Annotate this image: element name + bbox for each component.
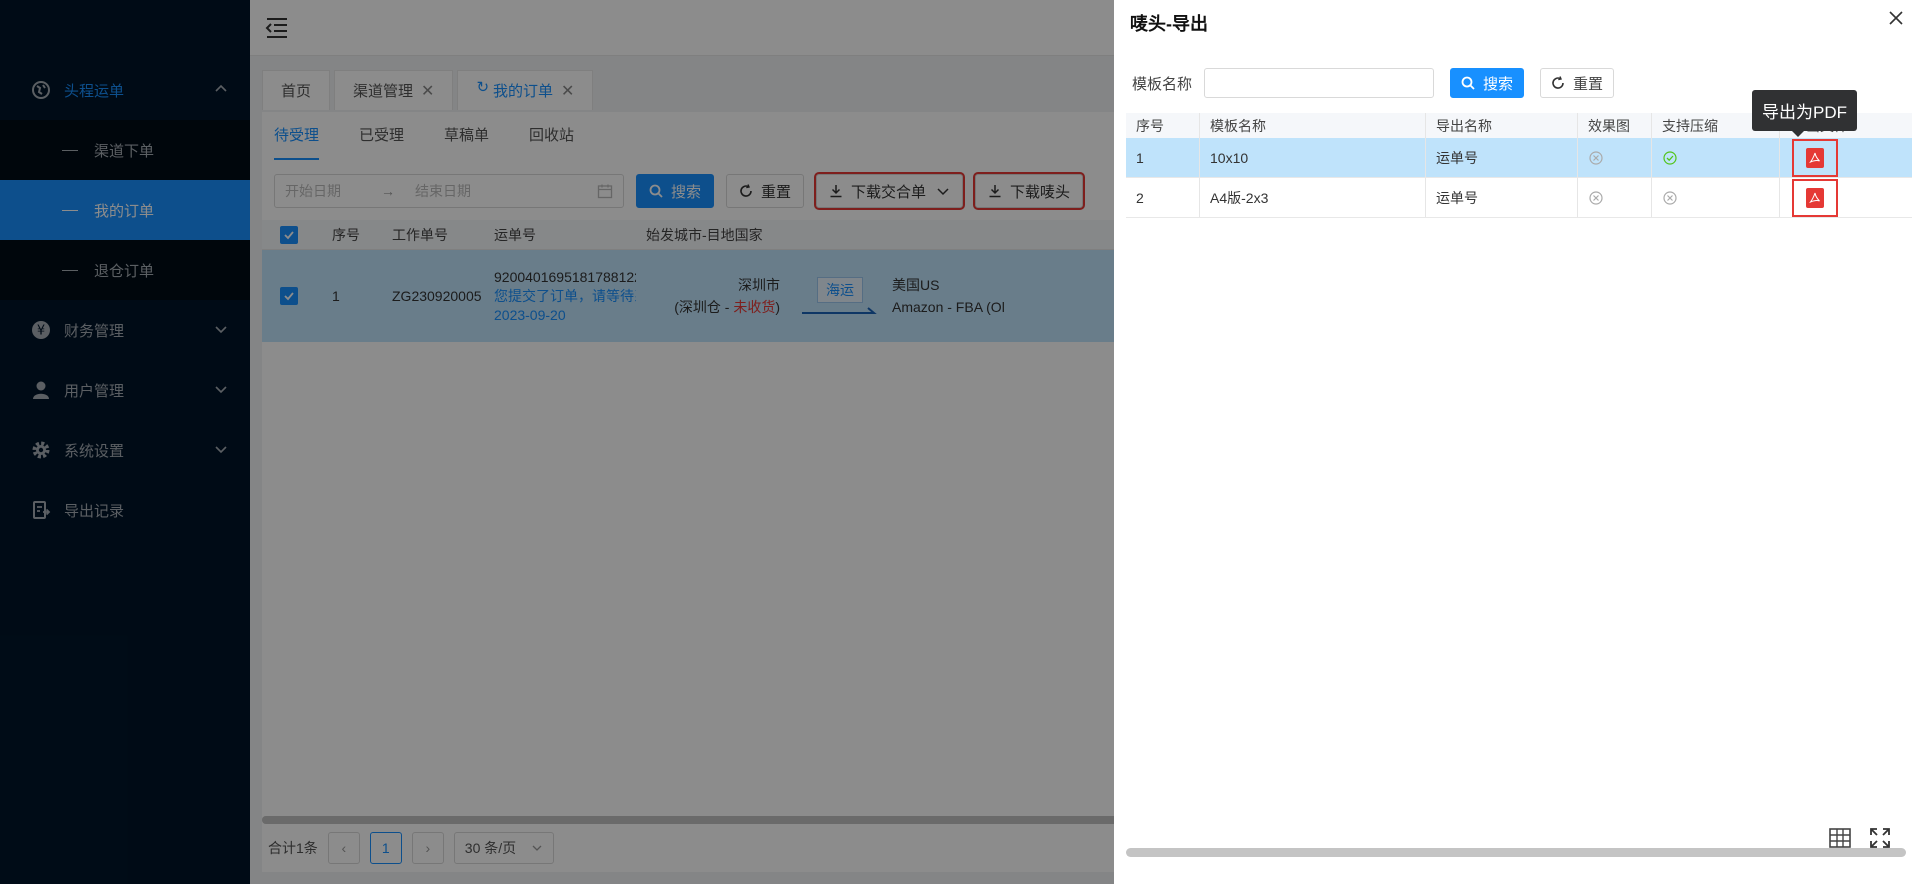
close-icon[interactable] (1886, 8, 1906, 28)
drawer-search-label: 搜索 (1483, 75, 1514, 93)
drawer-mask[interactable] (0, 0, 1114, 884)
no-preview-icon (1589, 150, 1603, 165)
row-template-name: 10x10 (1200, 138, 1426, 177)
template-name-label: 模板名称 (1132, 75, 1193, 93)
col-preview: 效果图 (1578, 113, 1652, 138)
drawer-reset-button[interactable]: 重置 (1540, 68, 1615, 98)
no-compress-icon (1663, 190, 1677, 205)
table-row[interactable]: 2 A4版-2x3 运单号 (1126, 178, 1912, 218)
row-export-name: 运单号 (1426, 138, 1578, 177)
check-circle-icon (1663, 150, 1677, 165)
export-pdf-button[interactable] (1792, 138, 1838, 177)
row-export-file (1780, 138, 1912, 177)
no-preview-icon (1589, 190, 1603, 205)
template-search-form: 模板名称 搜索 重置 (1132, 68, 1615, 98)
row-preview (1578, 178, 1652, 217)
col-export-name: 导出名称 (1426, 113, 1578, 138)
pdf-icon (1806, 147, 1824, 168)
row-template-name: A4版-2x3 (1200, 178, 1426, 217)
table-row[interactable]: 1 10x10 运单号 (1126, 138, 1912, 178)
drawer-title: 唛头-导出 (1130, 14, 1208, 34)
search-icon (1461, 76, 1475, 90)
row-export-file (1780, 178, 1912, 217)
reset-icon (1551, 76, 1565, 90)
export-pdf-button[interactable] (1792, 178, 1838, 217)
drawer-horizontal-scrollbar[interactable] (1126, 848, 1906, 857)
col-index: 序号 (1126, 113, 1200, 138)
fullscreen-icon[interactable] (1868, 826, 1892, 850)
col-template-name: 模板名称 (1200, 113, 1426, 138)
row-export-name: 运单号 (1426, 178, 1578, 217)
row-index: 2 (1126, 178, 1200, 217)
drawer-reset-label: 重置 (1573, 75, 1604, 93)
row-index: 1 (1126, 138, 1200, 177)
template-name-input[interactable] (1204, 68, 1435, 98)
pdf-icon (1806, 187, 1824, 208)
export-pdf-tooltip: 导出为PDF (1752, 90, 1857, 137)
row-compress (1652, 178, 1780, 217)
drawer-search-button[interactable]: 搜索 (1450, 68, 1525, 98)
table-grid-icon[interactable] (1828, 826, 1852, 850)
row-preview (1578, 138, 1652, 177)
row-compress (1652, 138, 1780, 177)
